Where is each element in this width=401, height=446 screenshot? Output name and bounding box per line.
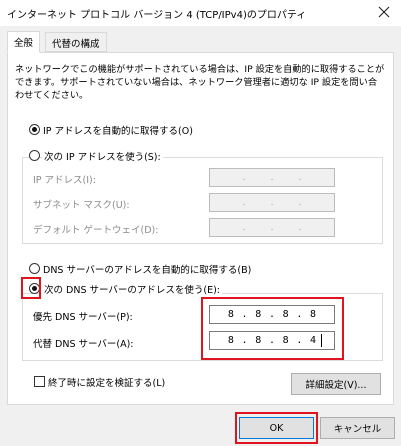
ok-button[interactable]: OK <box>239 417 314 439</box>
dns-manual-radio[interactable] <box>29 283 40 294</box>
dns-manual-group <box>22 293 383 361</box>
tab-general[interactable]: 全般 <box>7 31 41 53</box>
tab-alternate-config[interactable]: 代替の構成 <box>45 32 107 52</box>
validate-label: 終了時に設定を検証する(L) <box>48 378 166 389</box>
default-gateway-input[interactable]: ... <box>209 218 335 237</box>
ip-auto-radio[interactable] <box>29 124 40 135</box>
ip-auto-label: IP アドレスを自動的に取得する(O) <box>43 126 193 137</box>
default-gateway-label: デフォルト ゲートウェイ(D): <box>33 225 159 236</box>
validate-checkbox[interactable] <box>34 376 45 387</box>
dns-auto-label: DNS サーバーのアドレスを自動的に取得する(B) <box>43 265 252 276</box>
ip-manual-label: 次の IP アドレスを使う(S): <box>42 149 163 163</box>
preferred-dns-label: 優先 DNS サーバー(P): <box>33 312 133 323</box>
dns-auto-radio[interactable] <box>29 263 40 274</box>
text-cursor <box>321 334 322 347</box>
alternate-dns-input[interactable]: 8.8.8.4 <box>209 331 335 350</box>
cancel-button[interactable]: キャンセル <box>320 417 395 439</box>
ip-address-label: IP アドレス(I): <box>33 175 96 186</box>
preferred-dns-input[interactable]: 8.8.8.8 <box>209 305 335 324</box>
subnet-mask-label: サブネット マスク(U): <box>33 200 130 211</box>
window-title: インターネット プロトコル バージョン 4 (TCP/IPv4)のプロパティ <box>7 10 307 21</box>
ip-manual-radio[interactable] <box>29 150 40 161</box>
advanced-button[interactable]: 詳細設定(V)... <box>291 373 381 395</box>
dns-manual-label: 次の DNS サーバーのアドレスを使う(E): <box>42 282 223 296</box>
alternate-dns-label: 代替 DNS サーバー(A): <box>33 339 134 350</box>
description-text: ネットワークでこの機能がサポートされている場合は、IP 設定を自動的に取得するこ… <box>15 64 385 101</box>
ip-address-input[interactable]: ... <box>209 168 335 187</box>
close-icon[interactable] <box>375 3 393 21</box>
subnet-mask-input[interactable]: ... <box>209 193 335 212</box>
